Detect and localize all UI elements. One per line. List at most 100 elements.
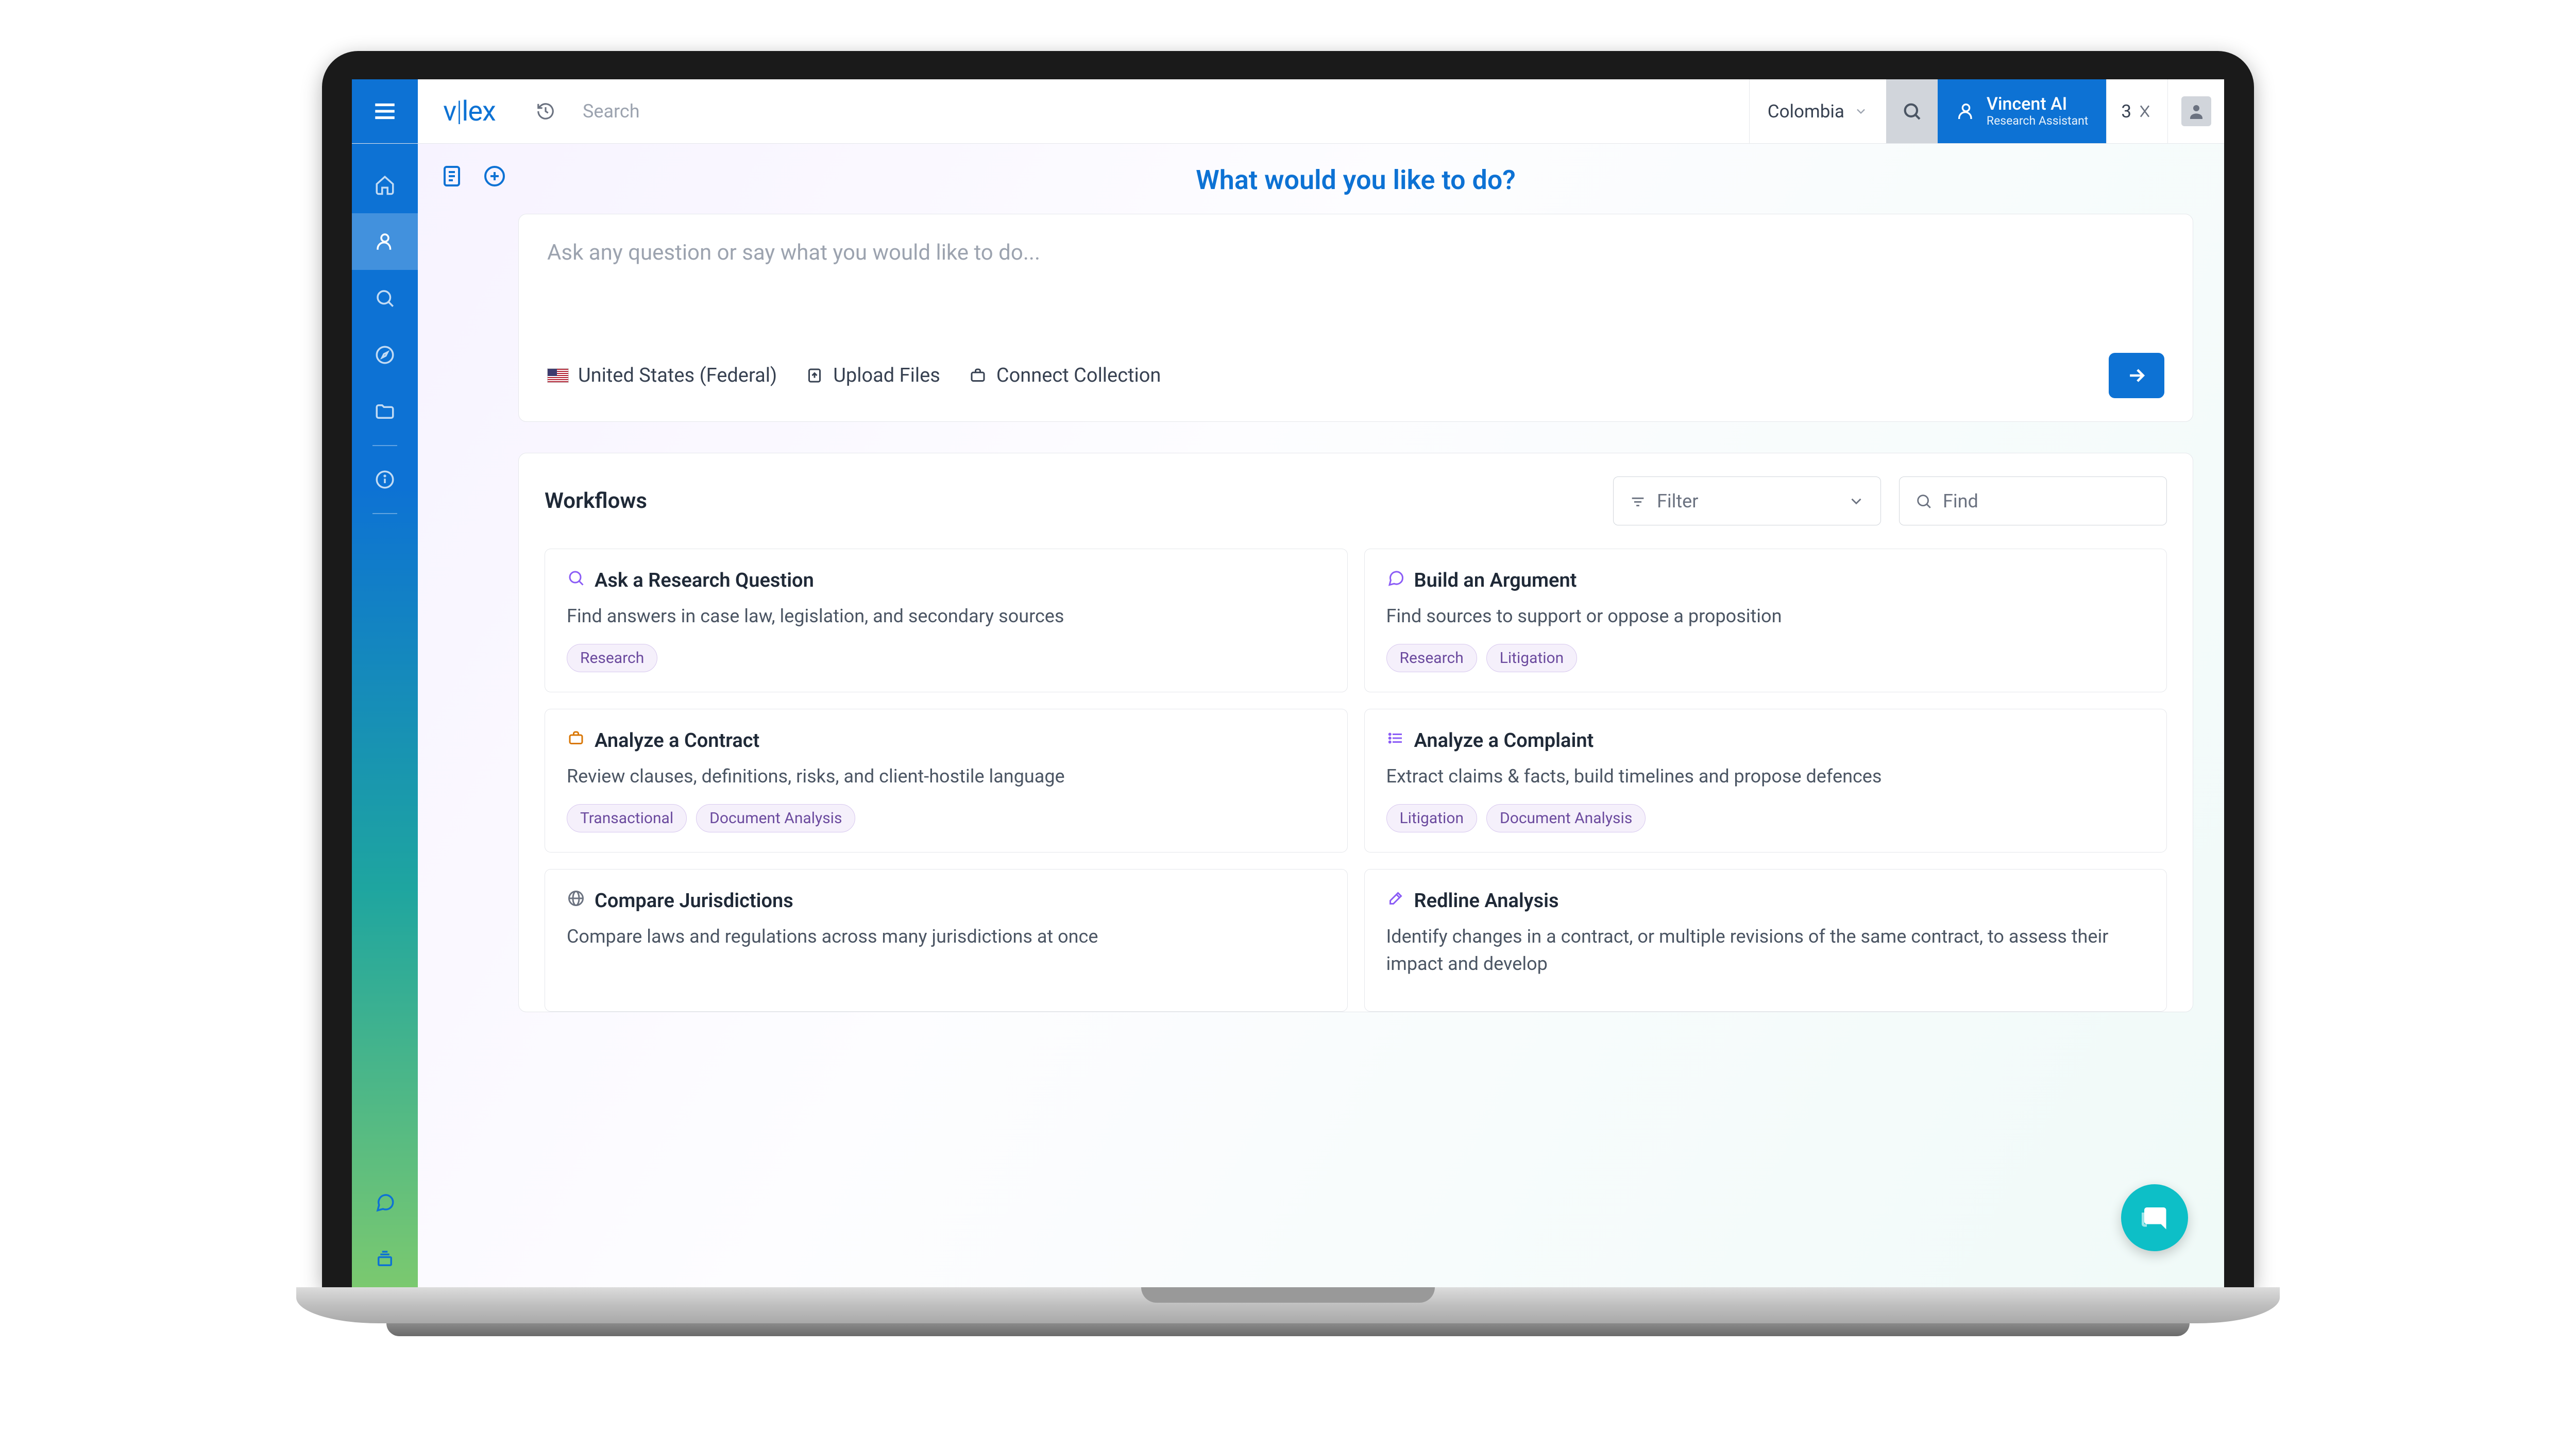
- hamburger-icon: [372, 98, 398, 124]
- jurisdiction-label: United States (Federal): [578, 364, 777, 387]
- sidebar-item-search[interactable]: [352, 270, 418, 327]
- workflow-item-head: Compare Jurisdictions: [567, 889, 1326, 913]
- search-input[interactable]: [583, 100, 1736, 122]
- workflow-tag: Document Analysis: [696, 804, 855, 832]
- workflow-tag: Litigation: [1486, 644, 1578, 672]
- vincent-ai-badge[interactable]: Vincent AI Research Assistant: [1938, 79, 2106, 143]
- workflow-tag: Document Analysis: [1486, 804, 1646, 832]
- arrow-right-icon: [2125, 364, 2148, 387]
- chat-fab[interactable]: [2121, 1184, 2188, 1251]
- avatar-icon: [2187, 102, 2206, 121]
- user-icon: [1956, 101, 1976, 122]
- menu-toggle-button[interactable]: [352, 79, 418, 143]
- stack-icon: [374, 1248, 396, 1270]
- workflow-item[interactable]: Analyze a Complaint Extract claims & fac…: [1364, 709, 2167, 853]
- workflow-item[interactable]: Analyze a Contract Review clauses, defin…: [545, 709, 1348, 853]
- user-avatar-container[interactable]: [2167, 79, 2224, 143]
- upload-label: Upload Files: [833, 364, 940, 387]
- country-selector[interactable]: Colombia: [1749, 79, 1886, 143]
- top-bar: v|lex Colombia Vincent AI Research Assis…: [352, 79, 2224, 144]
- logo-divider: |: [456, 95, 462, 128]
- main-heading: What would you like to do?: [518, 164, 2193, 196]
- workflow-item-desc: Find answers in case law, legislation, a…: [567, 603, 1326, 629]
- submit-button[interactable]: [2109, 353, 2164, 398]
- message-icon: [1386, 569, 1405, 592]
- sidebar-item-chat[interactable]: [352, 1174, 418, 1231]
- workflows-header: Workflows Filter Find: [545, 476, 2167, 525]
- notes-icon: [439, 164, 464, 189]
- credits-indicator[interactable]: 3: [2106, 79, 2167, 143]
- prompt-card: United States (Federal) Upload Files Con…: [518, 214, 2193, 422]
- vincent-subtitle: Research Assistant: [1987, 114, 2088, 128]
- history-button[interactable]: [521, 79, 570, 143]
- workflow-item-tags: Transactional Document Analysis: [567, 804, 1326, 832]
- us-flag-icon: [547, 368, 569, 383]
- compass-icon: [374, 344, 396, 366]
- home-icon: [374, 174, 396, 196]
- search-submit-button[interactable]: [1886, 79, 1938, 143]
- list-icon: [1386, 729, 1405, 753]
- logo-text-lex: lex: [462, 95, 496, 128]
- workflow-item-title: Ask a Research Question: [595, 569, 814, 592]
- sidebar-item-assistant[interactable]: [352, 213, 418, 270]
- workflow-tag: Litigation: [1386, 804, 1478, 832]
- edit-icon: [1386, 889, 1405, 913]
- find-input-container[interactable]: Find: [1899, 476, 2167, 525]
- workflow-item[interactable]: Compare Jurisdictions Compare laws and r…: [545, 869, 1348, 1011]
- workflow-item-head: Redline Analysis: [1386, 889, 2145, 913]
- workflow-item-desc: Review clauses, definitions, risks, and …: [567, 763, 1326, 790]
- briefcase-icon: [567, 729, 585, 753]
- workflow-item[interactable]: Ask a Research Question Find answers in …: [545, 549, 1348, 692]
- search-icon: [567, 569, 585, 592]
- workflows-grid: Ask a Research Question Find answers in …: [545, 549, 2167, 1012]
- logo-text-v: v: [443, 95, 456, 128]
- sidebar-divider: [372, 513, 397, 514]
- workflow-item-title: Analyze a Contract: [595, 729, 759, 752]
- workflow-item-head: Analyze a Contract: [567, 729, 1326, 753]
- workflow-item-head: Analyze a Complaint: [1386, 729, 2145, 753]
- vincent-title: Vincent AI: [1987, 94, 2088, 114]
- connect-label: Connect Collection: [996, 364, 1161, 387]
- user-icon: [374, 231, 396, 252]
- history-icon: [536, 101, 555, 121]
- workflow-item-title: Analyze a Complaint: [1414, 729, 1594, 752]
- workflows-title: Workflows: [545, 488, 647, 514]
- workflows-card: Workflows Filter Find: [518, 453, 2193, 1012]
- workflow-item-tags: Litigation Document Analysis: [1386, 804, 2145, 832]
- content: What would you like to do? United States…: [508, 144, 2224, 1287]
- country-label: Colombia: [1768, 101, 1844, 122]
- sidebar-item-collections[interactable]: [352, 1231, 418, 1287]
- search-icon: [1902, 101, 1922, 122]
- new-button[interactable]: [481, 162, 509, 190]
- upload-files-chip[interactable]: Upload Files: [805, 364, 940, 387]
- jurisdiction-chip[interactable]: United States (Federal): [547, 364, 777, 387]
- credits-icon: [2137, 103, 2153, 120]
- workflow-item-head: Ask a Research Question: [567, 569, 1326, 592]
- workflow-item-title: Redline Analysis: [1414, 890, 1559, 912]
- sidebar-item-info[interactable]: [352, 451, 418, 508]
- filter-dropdown[interactable]: Filter: [1613, 476, 1881, 525]
- sidebar: [352, 144, 418, 1287]
- logo[interactable]: v|lex: [418, 79, 521, 143]
- prompt-actions-row: United States (Federal) Upload Files Con…: [547, 353, 2164, 398]
- search-icon: [374, 287, 396, 309]
- chat-bubble-icon: [2139, 1202, 2170, 1233]
- info-icon: [374, 469, 396, 490]
- workflow-item-desc: Identify changes in a contract, or multi…: [1386, 923, 2145, 977]
- workflow-item-title: Compare Jurisdictions: [595, 890, 793, 912]
- sidebar-item-home[interactable]: [352, 157, 418, 213]
- chevron-down-icon: [1848, 492, 1865, 510]
- notes-button[interactable]: [438, 162, 466, 190]
- prompt-input[interactable]: [547, 240, 2164, 333]
- user-avatar: [2181, 96, 2211, 126]
- sidebar-item-folders[interactable]: [352, 383, 418, 440]
- filter-icon: [1629, 492, 1647, 510]
- workflow-item[interactable]: Build an Argument Find sources to suppor…: [1364, 549, 2167, 692]
- connect-collection-chip[interactable]: Connect Collection: [969, 364, 1161, 387]
- workflow-item[interactable]: Redline Analysis Identify changes in a c…: [1364, 869, 2167, 1011]
- workflow-tag: Transactional: [567, 804, 687, 832]
- workflow-item-head: Build an Argument: [1386, 569, 2145, 592]
- workflow-item-desc: Extract claims & facts, build timelines …: [1386, 763, 2145, 790]
- sidebar-item-explore[interactable]: [352, 327, 418, 383]
- search-container: [570, 79, 1749, 143]
